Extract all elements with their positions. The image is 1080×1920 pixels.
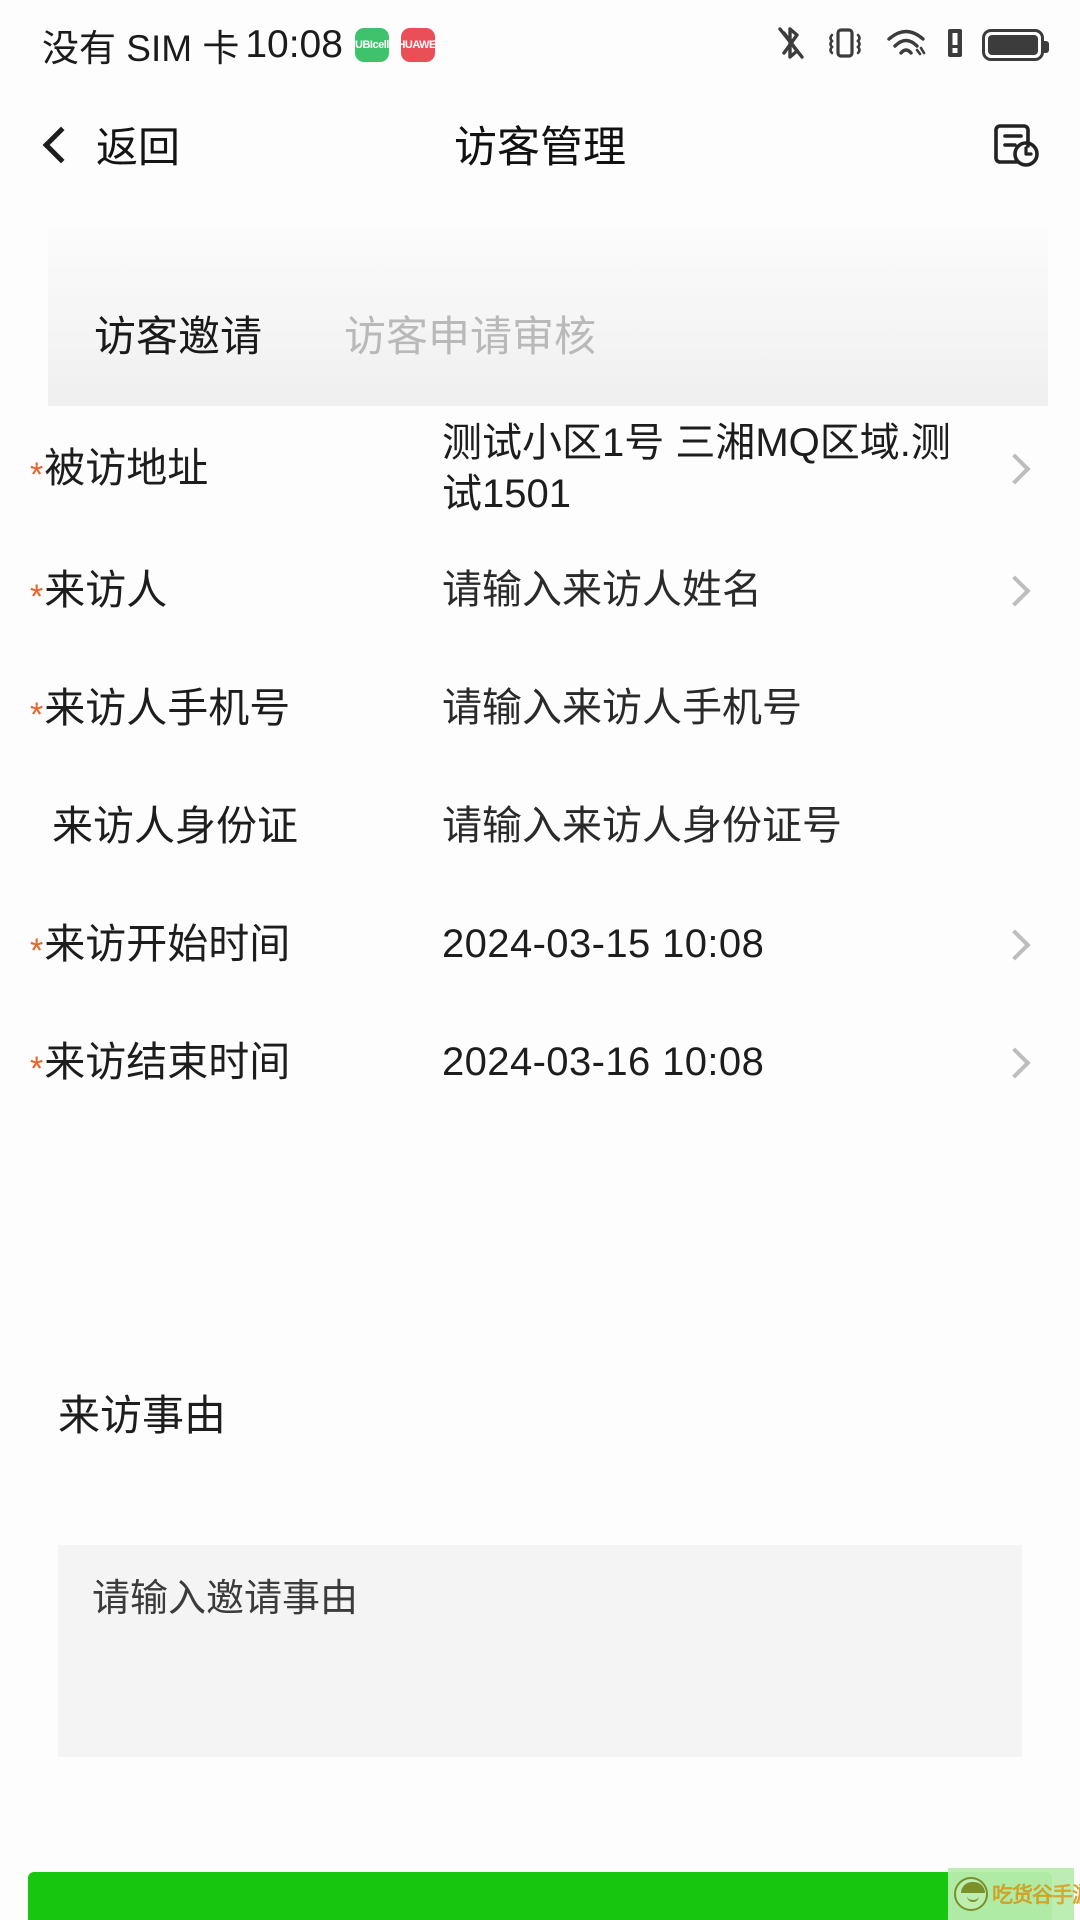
nav-bar: 访客管理 返回 bbox=[0, 90, 1080, 198]
phone-screen: 没有 SIM 卡 10:08 UBIcell HUAWEI bbox=[0, 0, 1080, 1920]
required-marker: * bbox=[30, 1050, 44, 1089]
form-input-visitor-name[interactable]: 请输入来访人姓名 bbox=[442, 565, 1004, 616]
form-row-visitor-phone[interactable]: * 来访人手机号 请输入来访人手机号 bbox=[0, 650, 1080, 768]
form-value-visited-address: 测试小区1号 三湘MQ区域.测试1501 bbox=[442, 420, 951, 516]
visitor-invite-form: * 被访地址 测试小区1号 三湘MQ区域.测试1501 * 来访人 请输入来访人… bbox=[0, 406, 1080, 1122]
status-bar-left: 没有 SIM 卡 10:08 UBIcell HUAWEI bbox=[42, 18, 435, 72]
form-label-text: 来访人身份证 bbox=[52, 803, 298, 850]
status-bar-right bbox=[776, 23, 1049, 68]
ubicell-badge: UBIcell bbox=[354, 28, 389, 62]
ubicell-badge-text: UBIcell bbox=[355, 39, 389, 51]
vibrate-icon bbox=[822, 23, 868, 68]
watermark-text: 吃货谷手游 bbox=[992, 1884, 1080, 1907]
required-marker: * bbox=[30, 932, 44, 971]
form-label-text: 被访地址 bbox=[44, 445, 209, 492]
form-row-visitor-name[interactable]: * 来访人 请输入来访人姓名 bbox=[0, 532, 1080, 650]
form-label-text: 来访人 bbox=[44, 567, 168, 614]
huawei-badge: HUAWEI bbox=[400, 28, 435, 62]
form-value-visit-start-time: 2024-03-15 10:08 bbox=[442, 922, 765, 967]
reason-section-title: 来访事由 bbox=[58, 1392, 227, 1439]
battery-fill bbox=[988, 35, 1038, 55]
carrier-label: 没有 SIM 卡 bbox=[42, 28, 240, 69]
form-value-visit-end-time: 2024-03-16 10:08 bbox=[442, 1040, 765, 1085]
chevron-right-icon bbox=[999, 453, 1031, 485]
back-button[interactable]: 返回 bbox=[42, 114, 181, 175]
form-row-visitor-id-card[interactable]: 来访人身份证 请输入来访人身份证号 bbox=[0, 768, 1080, 886]
form-label-text: 来访开始时间 bbox=[44, 921, 291, 968]
required-marker: * bbox=[30, 456, 44, 495]
reason-textarea-placeholder: 请输入邀请事由 bbox=[92, 1578, 359, 1620]
form-row-visit-start-time[interactable]: * 来访开始时间 2024-03-15 10:08 bbox=[0, 886, 1080, 1004]
chevron-left-icon bbox=[42, 126, 80, 164]
form-label-visitor-id-card: 来访人身份证 bbox=[30, 801, 442, 852]
reason-textarea[interactable]: 请输入邀请事由 bbox=[58, 1545, 1022, 1757]
form-input-visitor-phone[interactable]: 请输入来访人手机号 bbox=[442, 683, 1000, 734]
form-label-visited-address: * 被访地址 bbox=[30, 443, 442, 494]
tab-bar: 访客邀请 访客申请审核 bbox=[48, 228, 1048, 406]
required-marker: * bbox=[30, 578, 44, 617]
tab-visitor-application-review[interactable]: 访客申请审核 bbox=[344, 316, 596, 406]
huawei-badge-text: HUAWEI bbox=[401, 39, 435, 51]
form-label-text: 来访人手机号 bbox=[44, 685, 291, 732]
form-row-visit-end-time[interactable]: * 来访结束时间 2024-03-16 10:08 bbox=[0, 1004, 1080, 1122]
form-label-visit-start-time: * 来访开始时间 bbox=[30, 919, 442, 970]
form-label-visit-end-time: * 来访结束时间 bbox=[30, 1037, 442, 1088]
history-record-icon[interactable] bbox=[988, 116, 1044, 172]
chevron-right-icon bbox=[999, 929, 1031, 961]
chevron-right-icon bbox=[999, 575, 1031, 607]
required-marker: * bbox=[30, 696, 44, 735]
back-button-label: 返回 bbox=[96, 123, 181, 171]
alert-icon bbox=[944, 23, 966, 68]
submit-button[interactable] bbox=[28, 1872, 1052, 1920]
form-input-visitor-id-card[interactable]: 请输入来访人身份证号 bbox=[442, 801, 1000, 852]
bluetooth-icon bbox=[776, 23, 806, 68]
form-label-text: 来访结束时间 bbox=[44, 1039, 291, 1086]
form-label-visitor-phone: * 来访人手机号 bbox=[30, 683, 442, 734]
form-label-visitor-name: * 来访人 bbox=[30, 565, 442, 616]
status-bar: 没有 SIM 卡 10:08 UBIcell HUAWEI bbox=[0, 0, 1080, 90]
wifi-icon bbox=[884, 23, 928, 68]
chevron-right-icon bbox=[999, 1047, 1031, 1079]
watermark: 吃货谷手游 bbox=[948, 1868, 1080, 1920]
battery-icon bbox=[982, 29, 1049, 61]
form-row-visited-address[interactable]: * 被访地址 测试小区1号 三湘MQ区域.测试1501 bbox=[0, 406, 1080, 532]
status-time: 10:08 bbox=[245, 23, 343, 66]
watermark-face-icon bbox=[954, 1877, 988, 1911]
tab-visitor-invite[interactable]: 访客邀请 bbox=[94, 316, 262, 406]
